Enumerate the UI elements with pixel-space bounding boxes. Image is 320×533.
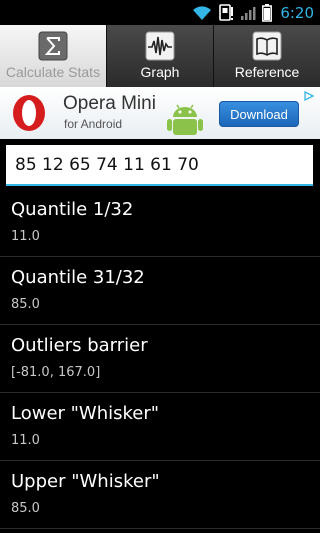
tab-calculate-stats[interactable]: Calculate Stats — [0, 25, 107, 87]
data-input[interactable] — [6, 145, 313, 184]
tab-label: Graph — [140, 64, 180, 80]
status-bar: 6:20 — [0, 0, 320, 25]
results-list: Quantile 1/32 11.0 Quantile 31/32 85.0 O… — [0, 189, 320, 529]
android-robot-icon — [167, 104, 203, 135]
data-input-container — [6, 145, 313, 186]
list-item[interactable]: Quantile 31/32 85.0 — [0, 257, 320, 325]
opera-logo — [13, 95, 45, 131]
result-value: [-81.0, 167.0] — [11, 365, 101, 380]
result-title: Lower "Whisker" — [11, 403, 160, 424]
result-value: 85.0 — [11, 297, 40, 312]
list-item[interactable]: Quantile 1/32 11.0 — [0, 189, 320, 257]
book-icon — [252, 31, 282, 61]
clock: 6:20 — [280, 4, 314, 22]
tab-reference[interactable]: Reference — [214, 25, 320, 87]
ad-title: Opera Mini — [63, 93, 156, 114]
ad-info-icon[interactable] — [303, 90, 315, 102]
tab-label: Calculate Stats — [5, 64, 101, 80]
ad-subtitle: for Android — [64, 117, 123, 131]
waveform-icon — [145, 31, 175, 61]
result-title: Quantile 31/32 — [11, 267, 145, 288]
list-item[interactable]: Outliers barrier [-81.0, 167.0] — [0, 325, 320, 393]
result-title: Quantile 1/32 — [11, 199, 134, 220]
result-value: 85.0 — [11, 501, 40, 516]
list-item[interactable]: Lower "Whisker" 11.0 — [0, 393, 320, 461]
status-icons: 6:20 — [192, 2, 314, 24]
result-value: 11.0 — [11, 433, 40, 448]
tab-graph[interactable]: Graph — [107, 25, 214, 87]
download-button[interactable]: Download — [219, 101, 299, 127]
result-value: 11.0 — [11, 229, 40, 244]
tab-bar: Calculate Stats Graph Reference — [0, 25, 320, 87]
ad-banner[interactable]: Opera Mini for Android Download — [0, 87, 320, 139]
sim-card-icon — [219, 4, 234, 21]
list-item[interactable]: Upper "Whisker" 85.0 — [0, 461, 320, 529]
result-title: Upper "Whisker" — [11, 471, 160, 492]
result-title: Outliers barrier — [11, 335, 148, 356]
sigma-icon — [38, 31, 68, 61]
battery-icon — [262, 4, 273, 22]
tab-label: Reference — [234, 64, 300, 80]
wifi-icon — [193, 6, 212, 20]
signal-icon — [241, 7, 256, 20]
